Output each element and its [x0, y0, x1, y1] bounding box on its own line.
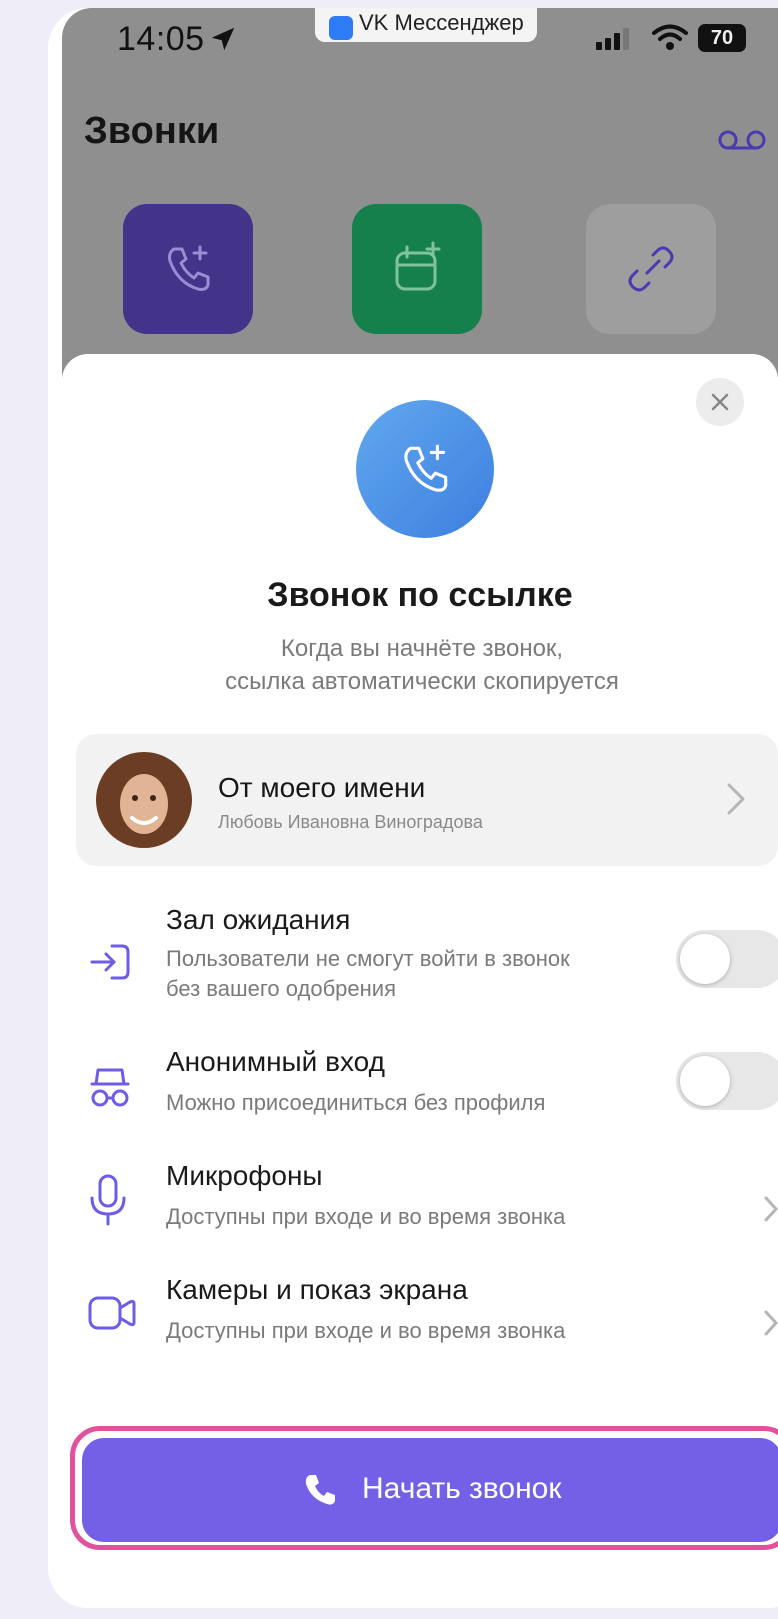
back-to-app-pill[interactable]: VK Мессенджер — [315, 8, 537, 42]
call-by-link-tile[interactable] — [586, 204, 716, 334]
option-description: Можно присоединиться без профиля — [166, 1090, 546, 1115]
start-call-button[interactable]: Начать звонок — [82, 1438, 778, 1542]
anonymous-entry-toggle[interactable] — [676, 1052, 778, 1110]
sheet-title: Звонок по ссылке — [267, 576, 573, 614]
call-by-link-sheet: Звонок по ссылке Когда вы начнёте звонок… — [62, 354, 778, 1598]
option-description: Доступны при входе и во время звонка — [166, 1318, 566, 1343]
option-title: Зал ожидания — [166, 904, 351, 935]
option-title: Камеры и показ экрана — [166, 1274, 468, 1305]
page-title: Звонки — [84, 110, 220, 152]
camera-icon — [88, 1296, 136, 1330]
microphone-icon — [90, 1174, 126, 1226]
voicemail-icon[interactable] — [718, 128, 778, 152]
incognito-icon — [90, 1068, 130, 1107]
toggle-knob — [680, 934, 730, 984]
schedule-call-tile[interactable] — [352, 204, 482, 334]
vk-app-icon — [329, 16, 353, 40]
avatar-face — [120, 774, 168, 834]
chevron-right-icon — [764, 1310, 778, 1336]
avatar — [96, 752, 192, 848]
status-time: 14:05 — [117, 20, 205, 58]
chevron-right-icon — [764, 1196, 778, 1222]
option-microphones[interactable]: Микрофоны Доступны при входе и во время … — [62, 1150, 778, 1240]
option-cameras-screen[interactable]: Камеры и показ экрана Доступны при входе… — [62, 1264, 778, 1354]
waiting-room-toggle[interactable] — [676, 930, 778, 988]
close-button[interactable] — [696, 378, 744, 426]
phone-icon — [305, 1475, 335, 1505]
start-call-label: Начать звонок — [362, 1472, 562, 1505]
author-title: От моего имени — [218, 772, 426, 803]
option-title: Анонимный вход — [166, 1046, 385, 1077]
option-description: Доступны при входе и во время звонка — [166, 1204, 566, 1229]
calendar-plus-icon — [395, 241, 441, 291]
sheet-subtitle-line1: Когда вы начнёте звонок, — [280, 635, 564, 662]
toggle-knob — [680, 1056, 730, 1106]
sheet-subtitle: Когда вы начнёте звонок, ссылка автомати… — [162, 632, 682, 698]
option-description-line2: без вашего одобрения — [166, 976, 397, 1001]
author-name: Любовь Ивановна Виноградова — [218, 812, 483, 832]
option-title: Микрофоны — [166, 1160, 323, 1191]
signal-icon — [596, 28, 629, 50]
battery-indicator: 70 — [698, 24, 746, 52]
option-anonymous-entry[interactable]: Анонимный вход Можно присоединиться без … — [62, 1036, 778, 1126]
option-waiting-room[interactable]: Зал ожидания Пользователи не смогут войт… — [62, 894, 778, 1004]
wifi-icon — [652, 24, 688, 50]
option-description-line1: Пользователи не смогут войти в звонок — [166, 946, 570, 971]
author-selector[interactable]: От моего имени Любовь Ивановна Виноградо… — [76, 734, 778, 866]
new-call-tile[interactable] — [123, 204, 253, 334]
enter-icon — [90, 944, 130, 980]
app-name: VK Мессенджер — [359, 10, 524, 35]
sheet-subtitle-line2: ссылка автоматически скопируется — [225, 668, 619, 695]
hero-icon-circle — [356, 400, 494, 538]
phone-plus-icon — [168, 245, 210, 291]
chevron-right-icon — [727, 783, 745, 815]
phone-plus-icon — [404, 444, 448, 492]
phone-screen: 14:05 VK Мессенджер 70 Звонки Звонок по … — [62, 8, 778, 1598]
link-icon — [628, 246, 674, 292]
location-arrow-icon — [211, 27, 235, 51]
option-description: Пользователи не смогут войти в звонок бе… — [166, 944, 666, 1004]
status-bar: 14:05 VK Мессенджер 70 — [62, 8, 778, 68]
close-icon — [711, 393, 729, 411]
